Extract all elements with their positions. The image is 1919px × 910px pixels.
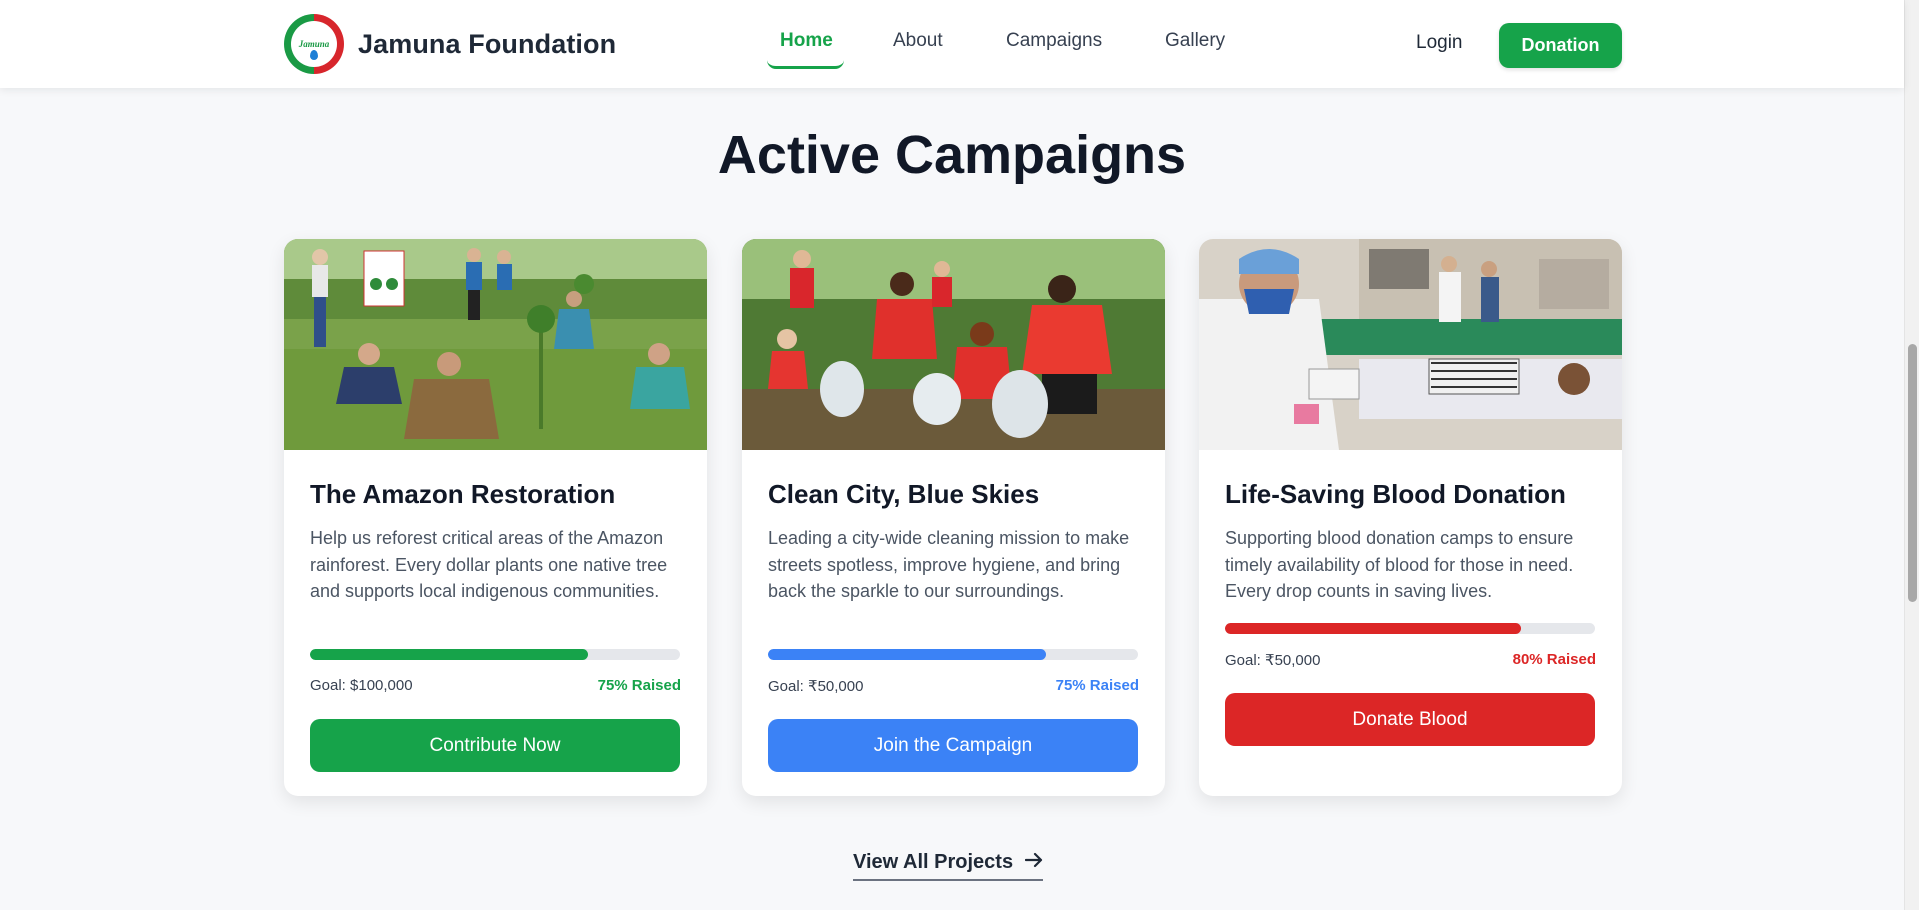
join-campaign-button[interactable]: Join the Campaign: [768, 719, 1138, 772]
progress-bar: [310, 649, 680, 660]
nav-campaigns[interactable]: Campaigns: [1006, 30, 1102, 52]
nav-about[interactable]: About: [893, 30, 943, 52]
raised-text: 75% Raised: [1055, 677, 1139, 694]
campaign-card-amazon: The Amazon Restoration Help us reforest …: [284, 239, 707, 796]
blood-donation-camp-photo: [1199, 239, 1622, 450]
brand[interactable]: Jamuna Jamuna Foundation: [284, 14, 616, 74]
donation-button[interactable]: Donation: [1499, 23, 1622, 68]
top-navbar: Jamuna Jamuna Foundation Home About Camp…: [0, 0, 1904, 88]
page-scrollbar[interactable]: [1904, 0, 1919, 910]
tree-planting-photo: [284, 239, 707, 450]
progress-fill: [310, 649, 588, 660]
campaign-title: Clean City, Blue Skies: [768, 479, 1040, 509]
contribute-now-button[interactable]: Contribute Now: [310, 719, 680, 772]
goal-text: Goal: ₹50,000: [768, 678, 864, 695]
active-nav-indicator: [767, 60, 844, 69]
campaign-description: Help us reforest critical areas of the A…: [310, 528, 668, 601]
foundation-logo-icon: Jamuna: [284, 14, 344, 74]
progress-fill: [768, 649, 1046, 660]
raised-text: 75% Raised: [597, 677, 681, 694]
goal-text: Goal: ₹50,000: [1225, 652, 1321, 669]
brand-name: Jamuna Foundation: [358, 28, 617, 59]
campaign-description: Leading a city-wide cleaning mission to …: [768, 528, 1130, 601]
campaign-title: Life-Saving Blood Donation: [1225, 479, 1566, 509]
raised-text: 80% Raised: [1512, 651, 1596, 668]
view-all-label: View All Projects: [853, 851, 1014, 873]
login-link[interactable]: Login: [1416, 32, 1463, 54]
campaign-card-clean-city: Clean City, Blue Skies Leading a city-wi…: [742, 239, 1165, 796]
progress-bar: [1225, 623, 1595, 634]
nav-home[interactable]: Home: [780, 30, 833, 52]
view-all-projects-link[interactable]: View All Projects: [853, 851, 1044, 881]
section-title: Active Campaigns: [717, 125, 1187, 185]
scrollbar-thumb[interactable]: [1908, 344, 1917, 602]
campaign-title: The Amazon Restoration: [310, 479, 616, 509]
progress-bar: [768, 649, 1138, 660]
cleanup-volunteers-photo: [742, 239, 1165, 450]
arrow-right-icon: [1024, 851, 1043, 874]
logo-lettering: Jamuna: [298, 39, 330, 49]
campaign-description: Supporting blood donation camps to ensur…: [1225, 528, 1574, 601]
goal-text: Goal: $100,000: [310, 677, 413, 694]
nav-gallery[interactable]: Gallery: [1165, 30, 1225, 52]
donate-blood-button[interactable]: Donate Blood: [1225, 693, 1595, 746]
progress-fill: [1225, 623, 1521, 634]
campaign-card-blood-donation: Life-Saving Blood Donation Supporting bl…: [1199, 239, 1622, 796]
